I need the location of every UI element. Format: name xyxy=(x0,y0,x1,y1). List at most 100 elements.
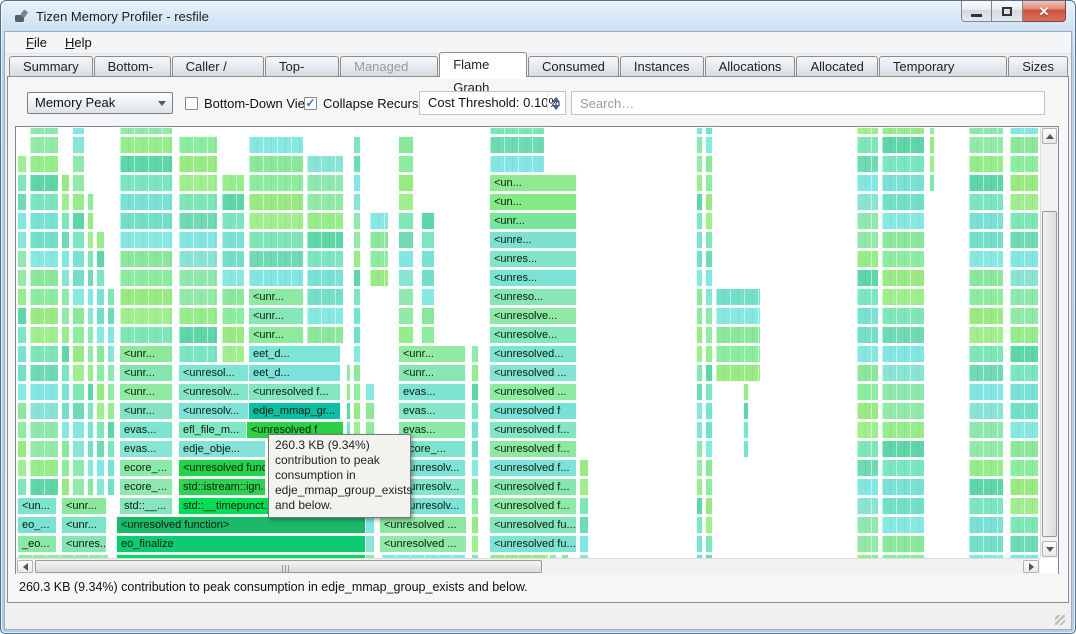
flame-block[interactable] xyxy=(72,269,85,287)
flame-frame[interactable]: <unres... xyxy=(489,269,577,287)
flame-frame[interactable]: <unresolve... xyxy=(489,326,577,344)
flame-block[interactable] xyxy=(107,345,115,363)
flame-block[interactable] xyxy=(96,250,105,268)
flame-block[interactable] xyxy=(306,155,344,173)
cost-threshold-spinbox[interactable]: Cost Threshold: 0.10% xyxy=(419,91,566,115)
flame-block[interactable] xyxy=(17,193,27,211)
flame-block[interactable] xyxy=(29,231,59,249)
flame-frame[interactable]: <unr... xyxy=(398,345,466,363)
flame-block[interactable] xyxy=(87,269,94,287)
flame-block[interactable] xyxy=(471,421,479,439)
flame-frame[interactable]: <unr... xyxy=(248,307,304,325)
flame-block[interactable] xyxy=(178,326,218,344)
flame-block[interactable] xyxy=(1009,136,1039,154)
flame-block[interactable] xyxy=(346,364,351,382)
flame-block[interactable] xyxy=(17,307,27,325)
flame-block[interactable] xyxy=(968,307,1004,325)
flame-block[interactable] xyxy=(705,307,713,325)
flame-block[interactable] xyxy=(119,288,173,306)
flame-block[interactable] xyxy=(61,402,70,420)
flame-block[interactable] xyxy=(715,307,761,325)
flame-block[interactable] xyxy=(696,193,703,211)
flame-block[interactable] xyxy=(856,307,879,325)
flame-block[interactable] xyxy=(856,326,879,344)
flame-block[interactable] xyxy=(579,459,589,477)
flame-block[interactable] xyxy=(856,193,879,211)
flame-block[interactable] xyxy=(221,212,245,230)
flame-block[interactable] xyxy=(17,459,27,477)
flame-block[interactable] xyxy=(471,497,479,515)
flame-block[interactable] xyxy=(119,269,173,287)
flame-block[interactable] xyxy=(398,269,414,287)
flame-block[interactable] xyxy=(29,364,59,382)
flame-block[interactable] xyxy=(881,535,925,553)
flame-block[interactable] xyxy=(696,402,703,420)
flame-block[interactable] xyxy=(96,421,105,439)
flame-block[interactable] xyxy=(87,364,94,382)
flame-block[interactable] xyxy=(96,383,105,401)
flame-block[interactable] xyxy=(221,288,245,306)
flame-frame[interactable]: <unres... xyxy=(489,250,577,268)
flame-block[interactable] xyxy=(1009,269,1039,287)
flame-block[interactable] xyxy=(61,212,70,230)
flame-block[interactable] xyxy=(72,193,85,211)
flame-block[interactable] xyxy=(29,193,59,211)
flame-block[interactable] xyxy=(1009,193,1039,211)
flame-block[interactable] xyxy=(743,421,749,439)
flame-block[interactable] xyxy=(178,307,218,325)
spin-down-icon[interactable] xyxy=(552,105,560,110)
flame-block[interactable] xyxy=(856,402,879,420)
flame-block[interactable] xyxy=(119,307,173,325)
flame-block[interactable] xyxy=(353,307,361,325)
flame-block[interactable] xyxy=(178,269,218,287)
flame-frame[interactable]: evas... xyxy=(398,402,466,420)
flame-block[interactable] xyxy=(881,364,925,382)
tab-instances[interactable]: Instances xyxy=(620,56,704,77)
flame-block[interactable] xyxy=(856,421,879,439)
flame-block[interactable] xyxy=(421,307,435,325)
flame-block[interactable] xyxy=(705,364,713,382)
flame-block[interactable] xyxy=(881,440,925,458)
flame-block[interactable] xyxy=(421,326,435,344)
flame-block[interactable] xyxy=(178,174,218,192)
flame-block[interactable] xyxy=(856,459,879,477)
flame-block[interactable] xyxy=(398,250,414,268)
flame-block[interactable] xyxy=(715,288,761,306)
tab-allocations[interactable]: Allocations xyxy=(705,56,796,77)
horizontal-scrollbar[interactable] xyxy=(16,558,1040,574)
flame-block[interactable] xyxy=(1009,459,1039,477)
flame-block[interactable] xyxy=(705,383,713,401)
flame-block[interactable] xyxy=(398,193,414,211)
flame-block[interactable] xyxy=(881,288,925,306)
flame-frame[interactable]: std::__... xyxy=(119,497,173,515)
flame-block[interactable] xyxy=(29,478,59,496)
flame-block[interactable] xyxy=(87,193,94,211)
flame-block[interactable] xyxy=(353,288,361,306)
flame-block[interactable] xyxy=(881,326,925,344)
flame-block[interactable] xyxy=(221,326,245,344)
flame-block[interactable] xyxy=(72,250,85,268)
flame-block[interactable] xyxy=(29,174,59,192)
flame-block[interactable] xyxy=(856,231,879,249)
flame-block[interactable] xyxy=(398,288,414,306)
flame-block[interactable] xyxy=(87,345,94,363)
tab-managed-heap[interactable]: Managed Heap xyxy=(340,56,438,77)
flame-block[interactable] xyxy=(61,250,70,268)
flame-block[interactable] xyxy=(72,440,85,458)
flame-block[interactable] xyxy=(61,364,70,382)
flame-frame[interactable]: <unresolved ... xyxy=(489,383,577,401)
flame-block[interactable] xyxy=(968,364,1004,382)
flame-block[interactable] xyxy=(178,193,218,211)
flame-block[interactable] xyxy=(61,269,70,287)
flame-block[interactable] xyxy=(1009,326,1039,344)
flame-block[interactable] xyxy=(398,212,414,230)
flame-block[interactable] xyxy=(61,231,70,249)
flame-block[interactable] xyxy=(87,440,94,458)
flame-block[interactable] xyxy=(1009,497,1039,515)
flame-frame[interactable]: <unr... xyxy=(489,212,577,230)
flame-frame[interactable]: eet_d... xyxy=(248,364,341,382)
flame-block[interactable] xyxy=(369,269,389,287)
flame-block[interactable] xyxy=(29,250,59,268)
flame-frame[interactable]: eet_d... xyxy=(248,345,341,363)
flame-block[interactable] xyxy=(421,250,435,268)
